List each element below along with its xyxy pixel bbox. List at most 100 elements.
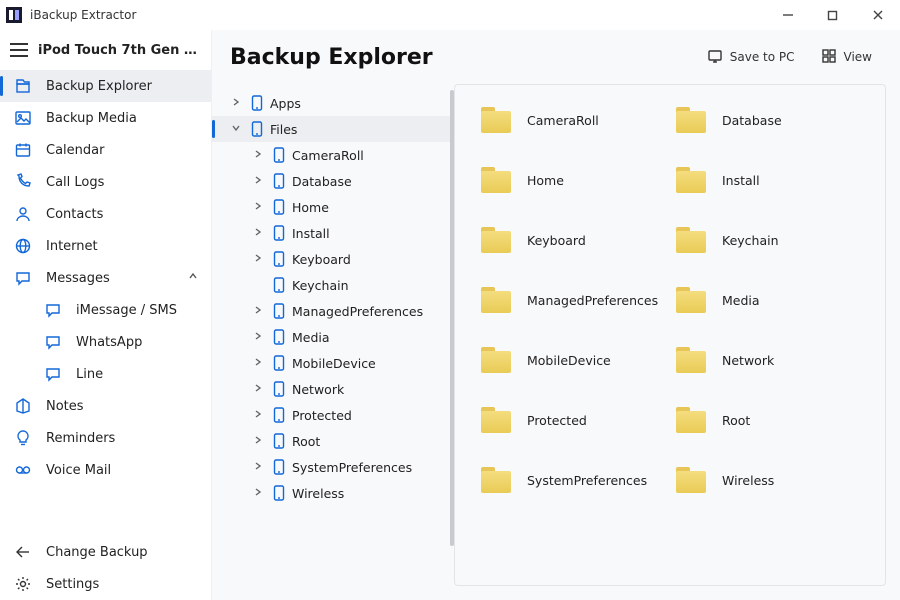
- folder-icon: [676, 107, 706, 133]
- tree-row-home[interactable]: Home: [212, 194, 454, 220]
- chevron-right-icon[interactable]: [228, 97, 244, 110]
- maximize-button[interactable]: [810, 0, 855, 30]
- sidebar-item-label: Call Logs: [46, 175, 104, 190]
- chevron-right-icon[interactable]: [250, 253, 266, 266]
- chevron-right-icon[interactable]: [250, 227, 266, 240]
- folder-label: Network: [722, 353, 774, 368]
- tree-row-database[interactable]: Database: [212, 168, 454, 194]
- sidebar-item-line[interactable]: Line: [0, 358, 211, 390]
- device-icon: [272, 433, 286, 449]
- chevron-right-icon[interactable]: [250, 201, 266, 214]
- sidebar-item-internet[interactable]: Internet: [0, 230, 211, 262]
- folder-home[interactable]: Home: [481, 167, 664, 193]
- page-title: Backup Explorer: [230, 45, 433, 70]
- sidebar-item-voice-mail[interactable]: Voice Mail: [0, 454, 211, 486]
- view-button[interactable]: View: [811, 42, 882, 72]
- chevron-right-icon[interactable]: [250, 435, 266, 448]
- sidebar-item-settings[interactable]: Settings: [0, 568, 211, 600]
- sidebar-item-messages[interactable]: Messages: [0, 262, 211, 294]
- arrow-left-icon: [14, 543, 32, 561]
- sidebar-item-whatsapp[interactable]: WhatsApp: [0, 326, 211, 358]
- save-to-pc-button[interactable]: Save to PC: [697, 42, 805, 72]
- sidebar-item-label: Change Backup: [46, 545, 148, 560]
- folder-grid: CameraRoll Database Home Install Keyboard Key…: [481, 107, 859, 493]
- chat-icon: [44, 365, 62, 383]
- folder-managedpreferences[interactable]: ManagedPreferences: [481, 287, 664, 313]
- chat-icon: [44, 333, 62, 351]
- tree-row-managedpreferences[interactable]: ManagedPreferences: [212, 298, 454, 324]
- folder-install[interactable]: Install: [676, 167, 859, 193]
- folder-systempreferences[interactable]: SystemPreferences: [481, 467, 664, 493]
- tree-row-label: Install: [292, 226, 330, 241]
- tree-row-keyboard[interactable]: Keyboard: [212, 246, 454, 272]
- folder-label: SystemPreferences: [527, 473, 647, 488]
- chevron-right-icon[interactable]: [250, 331, 266, 344]
- chevron-right-icon[interactable]: [250, 409, 266, 422]
- grid-icon: [821, 48, 837, 67]
- device-name: iPod Touch 7th Gen (from To…: [38, 43, 201, 58]
- folder-keyboard[interactable]: Keyboard: [481, 227, 664, 253]
- folder-mobiledevice[interactable]: MobileDevice: [481, 347, 664, 373]
- phone-icon: [14, 173, 32, 191]
- voicemail-icon: [14, 461, 32, 479]
- folder-label: Protected: [527, 413, 587, 428]
- folder-wireless[interactable]: Wireless: [676, 467, 859, 493]
- sidebar-item-notes[interactable]: Notes: [0, 390, 211, 422]
- sidebar-item-imessage-sms[interactable]: iMessage / SMS: [0, 294, 211, 326]
- chevron-down-icon[interactable]: [228, 123, 244, 136]
- tree-row-wireless[interactable]: Wireless: [212, 480, 454, 506]
- folder-media[interactable]: Media: [676, 287, 859, 313]
- tree-row-mobiledevice[interactable]: MobileDevice: [212, 350, 454, 376]
- folder-icon: [481, 167, 511, 193]
- tree-row-cameraroll[interactable]: CameraRoll: [212, 142, 454, 168]
- tree-row-keychain[interactable]: Keychain: [212, 272, 454, 298]
- tree-row-label: Keyboard: [292, 252, 351, 267]
- minimize-button[interactable]: [765, 0, 810, 30]
- sidebar-item-call-logs[interactable]: Call Logs: [0, 166, 211, 198]
- folder-root[interactable]: Root: [676, 407, 859, 433]
- sidebar-item-backup-explorer[interactable]: Backup Explorer: [0, 70, 211, 102]
- folder-protected[interactable]: Protected: [481, 407, 664, 433]
- tree-row-media[interactable]: Media: [212, 324, 454, 350]
- sidebar-footer: Change Backup Settings: [0, 536, 211, 600]
- folder-icon: [481, 347, 511, 373]
- device-icon: [272, 251, 286, 267]
- tree-row-protected[interactable]: Protected: [212, 402, 454, 428]
- chevron-right-icon[interactable]: [250, 305, 266, 318]
- chevron-right-icon[interactable]: [250, 487, 266, 500]
- folder-label: Database: [722, 113, 782, 128]
- folder-label: Keychain: [722, 233, 779, 248]
- tree-row-root[interactable]: Root: [212, 428, 454, 454]
- tree-row-files[interactable]: Files: [212, 116, 454, 142]
- device-icon: [272, 355, 286, 371]
- folder-cameraroll[interactable]: CameraRoll: [481, 107, 664, 133]
- sidebar-item-reminders[interactable]: Reminders: [0, 422, 211, 454]
- tree-row-network[interactable]: Network: [212, 376, 454, 402]
- tree-row-apps[interactable]: Apps: [212, 90, 454, 116]
- close-button[interactable]: [855, 0, 900, 30]
- chevron-right-icon[interactable]: [250, 461, 266, 474]
- sidebar-item-change-backup[interactable]: Change Backup: [0, 536, 211, 568]
- sidebar-item-label: Reminders: [46, 431, 115, 446]
- sidebar-item-backup-media[interactable]: Backup Media: [0, 102, 211, 134]
- chevron-right-icon[interactable]: [250, 383, 266, 396]
- sidebar-item-label: Voice Mail: [46, 463, 111, 478]
- chevron-right-icon[interactable]: [250, 149, 266, 162]
- sidebar-item-contacts[interactable]: Contacts: [0, 198, 211, 230]
- folder-icon: [676, 227, 706, 253]
- folder-icon: [481, 107, 511, 133]
- chevron-right-icon[interactable]: [250, 175, 266, 188]
- folder-keychain[interactable]: Keychain: [676, 227, 859, 253]
- chevron-right-icon[interactable]: [250, 357, 266, 370]
- folder-network[interactable]: Network: [676, 347, 859, 373]
- sidebar-item-calendar[interactable]: Calendar: [0, 134, 211, 166]
- save-to-pc-label: Save to PC: [730, 50, 795, 64]
- folder-database[interactable]: Database: [676, 107, 859, 133]
- tree-row-label: Database: [292, 174, 352, 189]
- tree-row-systempreferences[interactable]: SystemPreferences: [212, 454, 454, 480]
- folder-icon: [481, 287, 511, 313]
- chevron-up-icon: [187, 270, 199, 286]
- tree-row-install[interactable]: Install: [212, 220, 454, 246]
- hamburger-icon[interactable]: [10, 43, 28, 57]
- sidebar-item-label: Calendar: [46, 143, 104, 158]
